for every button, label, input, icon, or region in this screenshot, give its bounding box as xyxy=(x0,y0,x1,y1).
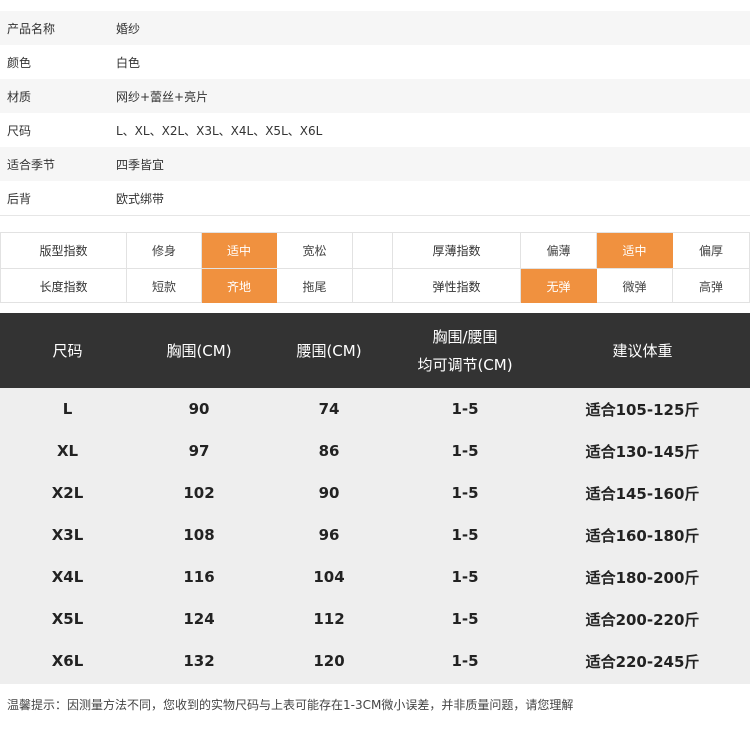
info-value: 网纱+蕾丝+亮片 xyxy=(116,89,209,104)
bust-cell: 124 xyxy=(183,610,215,628)
header-weight: 建议体重 xyxy=(612,341,673,360)
index-label-elasticity: 弹性指数 xyxy=(393,269,521,303)
index-option: 宽松 xyxy=(277,233,353,268)
index-option-selected: 齐地 xyxy=(202,269,277,303)
header-bust: 胸围(CM) xyxy=(166,341,232,360)
table-row: X5L 124 112 1-5 适合200-220斤 xyxy=(0,598,750,640)
adjust-cell: 1-5 xyxy=(451,652,479,670)
bust-cell: 108 xyxy=(183,526,215,544)
weight-cell: 适合160-180斤 xyxy=(585,526,700,545)
index-label-fit: 版型指数 xyxy=(0,233,127,268)
index-option: 高弹 xyxy=(673,269,750,303)
adjust-cell: 1-5 xyxy=(451,610,479,628)
weight-cell: 适合200-220斤 xyxy=(585,610,700,629)
index-option: 修身 xyxy=(127,233,202,268)
waist-cell: 96 xyxy=(318,526,340,544)
table-row: X6L 132 120 1-5 适合220-245斤 xyxy=(0,640,750,682)
info-row-size: 尺码 L、XL、X2L、X3L、X4L、X5L、X6L xyxy=(0,113,750,147)
index-option: 拖尾 xyxy=(277,269,353,303)
info-key: 产品名称 xyxy=(7,21,56,36)
table-row: XL 97 86 1-5 适合130-145斤 xyxy=(0,430,750,472)
adjust-cell: 1-5 xyxy=(451,400,479,418)
waist-cell: 120 xyxy=(313,652,345,670)
weight-cell: 适合105-125斤 xyxy=(585,400,700,419)
bust-cell: 132 xyxy=(183,652,215,670)
size-cell: X3L xyxy=(51,526,84,544)
index-table: 版型指数 修身 适中 宽松 厚薄指数 偏薄 适中 偏厚 长度指数 短款 齐地 拖… xyxy=(0,232,750,303)
info-row-material: 材质 网纱+蕾丝+亮片 xyxy=(0,79,750,113)
index-option-selected: 无弹 xyxy=(521,269,597,303)
info-key: 尺码 xyxy=(7,123,32,138)
weight-cell: 适合145-160斤 xyxy=(585,484,700,503)
header-waist: 腰围(CM) xyxy=(296,341,362,360)
header-adjust-line1: 胸围/腰围 xyxy=(432,327,498,346)
info-key: 颜色 xyxy=(7,55,32,70)
waist-cell: 112 xyxy=(313,610,345,628)
weight-cell: 适合130-145斤 xyxy=(585,442,700,461)
info-key: 材质 xyxy=(7,89,32,104)
size-cell: XL xyxy=(56,442,79,460)
header-adjust: 胸围/腰围 均可调节(CM) xyxy=(395,313,535,388)
size-cell: X2L xyxy=(51,484,84,502)
index-row-length-elasticity: 长度指数 短款 齐地 拖尾 弹性指数 无弹 微弹 高弹 xyxy=(0,268,750,303)
index-option-selected: 适中 xyxy=(202,233,277,268)
divider xyxy=(0,215,750,216)
adjust-cell: 1-5 xyxy=(451,568,479,586)
info-row-back: 后背 欧式绑带 xyxy=(0,181,750,215)
size-cell: X5L xyxy=(51,610,84,628)
waist-cell: 74 xyxy=(318,400,340,418)
table-row: X3L 108 96 1-5 适合160-180斤 xyxy=(0,514,750,556)
index-option-selected: 适中 xyxy=(597,233,673,268)
index-option: 偏薄 xyxy=(521,233,597,268)
adjust-cell: 1-5 xyxy=(451,442,479,460)
info-value: 四季皆宜 xyxy=(116,157,165,172)
adjust-cell: 1-5 xyxy=(451,484,479,502)
size-cell: X4L xyxy=(51,568,84,586)
index-label-thickness: 厚薄指数 xyxy=(393,233,521,268)
bust-cell: 97 xyxy=(188,442,210,460)
table-row: X4L 116 104 1-5 适合180-200斤 xyxy=(0,556,750,598)
header-adjust-line2: 均可调节(CM) xyxy=(417,355,513,374)
bust-cell: 102 xyxy=(183,484,215,502)
info-value: 婚纱 xyxy=(116,21,141,36)
header-size: 尺码 xyxy=(52,341,83,360)
size-table: 尺码 胸围(CM) 腰围(CM) 胸围/腰围 均可调节(CM) 建议体重 L 90… xyxy=(0,313,750,684)
info-key: 后背 xyxy=(7,191,32,206)
size-table-header: 尺码 胸围(CM) 腰围(CM) 胸围/腰围 均可调节(CM) 建议体重 xyxy=(0,313,750,388)
size-table-body: L 90 74 1-5 适合105-125斤 XL 97 86 1-5 适合130-145斤 X2L… xyxy=(0,388,750,684)
index-option: 偏厚 xyxy=(673,233,750,268)
bust-cell: 116 xyxy=(183,568,215,586)
weight-cell: 适合180-200斤 xyxy=(585,568,700,587)
adjust-cell: 1-5 xyxy=(451,526,479,544)
waist-cell: 86 xyxy=(318,442,340,460)
sizing-note: 温馨提示：因测量方法不同，您收到的实物尺码与上表可能存在1-3CM微小误差，并非… xyxy=(7,698,574,712)
size-cell: X6L xyxy=(51,652,84,670)
table-row: L 90 74 1-5 适合105-125斤 xyxy=(0,388,750,430)
info-row-name: 产品名称 婚纱 xyxy=(0,11,750,45)
info-row-season: 适合季节 四季皆宜 xyxy=(0,147,750,181)
bust-cell: 90 xyxy=(188,400,210,418)
index-option: 微弹 xyxy=(597,269,673,303)
product-info-table: 产品名称 婚纱 颜色 白色 材质 网纱+蕾丝+亮片 尺码 L、XL、X2L、X3… xyxy=(0,11,750,215)
index-row-fit-thickness: 版型指数 修身 适中 宽松 厚薄指数 偏薄 适中 偏厚 xyxy=(0,233,750,268)
info-value: 白色 xyxy=(116,55,141,70)
index-spacer xyxy=(353,269,393,303)
index-option: 短款 xyxy=(127,269,202,303)
info-row-color: 颜色 白色 xyxy=(0,45,750,79)
size-cell: L xyxy=(62,400,73,418)
info-value: 欧式绑带 xyxy=(116,191,165,206)
index-label-length: 长度指数 xyxy=(0,269,127,303)
waist-cell: 104 xyxy=(313,568,345,586)
weight-cell: 适合220-245斤 xyxy=(585,652,700,671)
table-row: X2L 102 90 1-5 适合145-160斤 xyxy=(0,472,750,514)
info-value: L、XL、X2L、X3L、X4L、X5L、X6L xyxy=(116,123,323,138)
index-spacer xyxy=(353,233,393,268)
info-key: 适合季节 xyxy=(7,157,56,172)
waist-cell: 90 xyxy=(318,484,340,502)
